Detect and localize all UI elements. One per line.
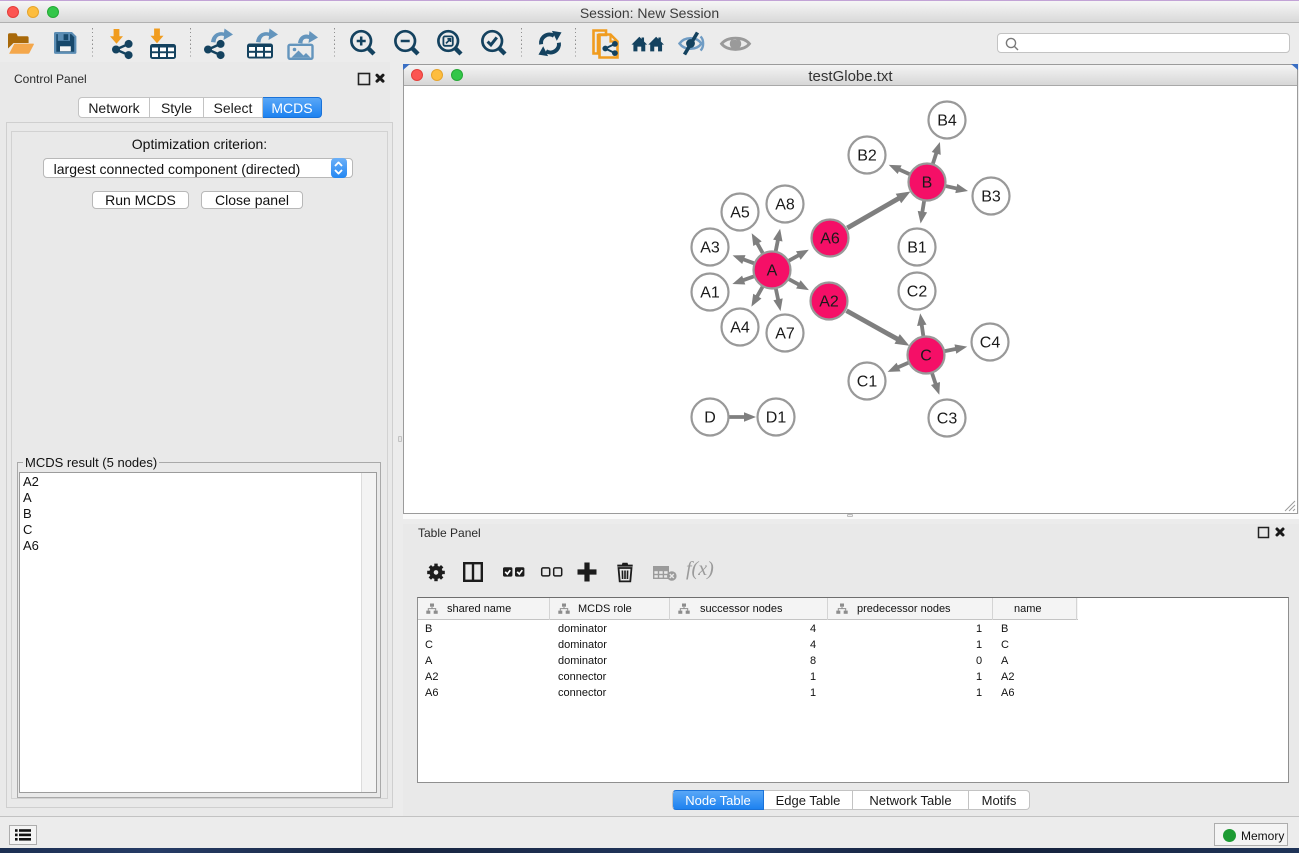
svg-text:C3: C3 [937,410,958,427]
svg-text:D: D [704,409,716,426]
svg-text:A2: A2 [819,293,839,310]
svg-text:B: B [922,174,933,191]
svg-text:D1: D1 [766,409,787,426]
svg-text:A3: A3 [700,239,720,256]
svg-text:A1: A1 [700,284,720,301]
svg-text:A8: A8 [775,196,795,213]
svg-text:C2: C2 [907,283,928,300]
svg-text:B4: B4 [937,112,957,129]
svg-text:A7: A7 [775,325,795,342]
svg-text:C: C [920,347,932,364]
svg-text:A: A [767,262,778,279]
svg-text:C1: C1 [857,373,878,390]
svg-text:C4: C4 [980,334,1001,351]
svg-text:B3: B3 [981,188,1001,205]
svg-text:B2: B2 [857,147,877,164]
svg-text:A6: A6 [820,230,840,247]
svg-text:A5: A5 [730,204,750,221]
svg-text:A4: A4 [730,319,750,336]
svg-text:B1: B1 [907,239,927,256]
